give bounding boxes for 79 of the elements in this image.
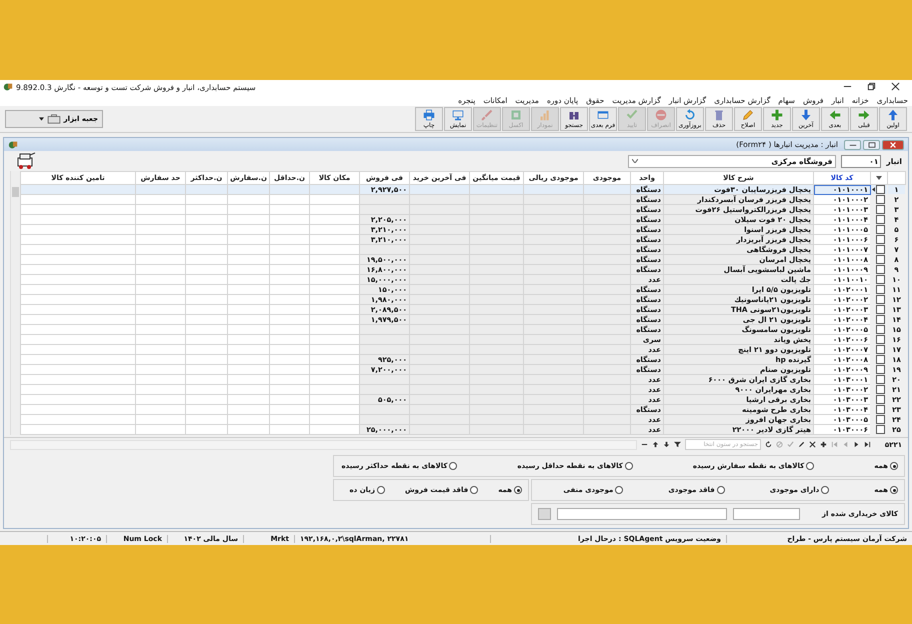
- row-checkbox[interactable]: [876, 375, 885, 384]
- window-icon: [597, 109, 609, 121]
- row-checkbox[interactable]: [876, 185, 885, 194]
- row-checkbox[interactable]: [876, 285, 885, 294]
- bar-chart-icon: [539, 109, 551, 121]
- checkmark-icon[interactable]: [786, 441, 794, 448]
- brush-icon: [481, 109, 493, 121]
- maximize-icon: [868, 142, 876, 148]
- row-checkbox[interactable]: [876, 355, 885, 364]
- radio-circle[interactable]: [716, 486, 725, 494]
- restore-icon: [866, 82, 876, 91]
- row-checkbox[interactable]: [876, 425, 885, 434]
- down-arrow-icon: [800, 109, 812, 121]
- minimize-icon: [848, 142, 856, 147]
- radio-circle[interactable]: [376, 486, 385, 494]
- row-checkbox[interactable]: [876, 245, 885, 254]
- radio-circle[interactable]: [806, 462, 814, 470]
- dropdown-arrow-icon[interactable]: [876, 176, 882, 180]
- cancel-icon: [655, 109, 667, 121]
- delete-icon[interactable]: [808, 441, 816, 448]
- row-checkbox[interactable]: [876, 215, 885, 224]
- vertical-scrollbar[interactable]: [10, 171, 20, 435]
- up-arrow-icon: [887, 109, 899, 121]
- edit-icon[interactable]: [798, 441, 805, 448]
- app-icon: [3, 82, 13, 92]
- row-checkbox[interactable]: [876, 325, 885, 334]
- row-checkbox[interactable]: [876, 395, 885, 404]
- row-checkbox[interactable]: [876, 365, 885, 374]
- row-checkbox[interactable]: [876, 255, 885, 264]
- row-checkbox[interactable]: [876, 195, 885, 204]
- row-checkbox[interactable]: [876, 235, 885, 244]
- spreadsheet-icon: [510, 109, 522, 121]
- radio-circle[interactable]: [514, 486, 522, 494]
- trash-icon: [713, 109, 725, 121]
- radio-circle[interactable]: [449, 462, 458, 470]
- monitor-icon: [452, 109, 464, 121]
- radio-circle[interactable]: [890, 462, 898, 470]
- radio-circle[interactable]: [821, 486, 830, 494]
- row-checkbox[interactable]: [876, 295, 885, 304]
- add-icon[interactable]: [820, 441, 827, 448]
- row-checkbox[interactable]: [876, 305, 885, 314]
- row-checkbox[interactable]: [876, 405, 885, 414]
- supplier-name-field[interactable]: [557, 508, 727, 520]
- row-checkbox[interactable]: [876, 225, 885, 234]
- last-record-icon[interactable]: [864, 441, 871, 448]
- radio-circle[interactable]: [890, 486, 898, 494]
- row-checkbox[interactable]: [876, 345, 885, 354]
- close-icon: [889, 140, 897, 148]
- row-checkbox[interactable]: [876, 335, 885, 344]
- minus-icon[interactable]: [640, 441, 648, 448]
- pencil-icon: [742, 109, 754, 121]
- radio-circle[interactable]: [624, 462, 633, 470]
- left-arrow-icon: [829, 109, 841, 121]
- printer-icon: [423, 109, 435, 121]
- toolbox-icon: [46, 114, 61, 124]
- row-checkbox[interactable]: [876, 205, 885, 214]
- row-checkbox[interactable]: [876, 275, 885, 284]
- plus-icon: [771, 109, 783, 121]
- restore-button[interactable]: [863, 140, 880, 150]
- row-checkbox[interactable]: [876, 315, 885, 324]
- row-checkbox[interactable]: [876, 265, 885, 274]
- refresh-icon: [684, 109, 696, 121]
- checkmark-icon: [626, 109, 638, 121]
- horizontal-scrollbar[interactable]: [10, 440, 637, 450]
- next-record-icon[interactable]: [852, 441, 860, 448]
- row-checkbox[interactable]: [876, 415, 885, 424]
- refresh-icon[interactable]: [764, 441, 772, 448]
- sort-up-icon[interactable]: [652, 441, 659, 448]
- filter-icon[interactable]: [674, 441, 681, 448]
- radio-circle[interactable]: [470, 486, 478, 494]
- right-arrow-icon: [858, 109, 870, 121]
- row-checkbox[interactable]: [876, 385, 885, 394]
- dropdown-arrow-icon: [38, 117, 44, 121]
- supplier-code-field[interactable]: [732, 508, 800, 520]
- close-icon: [890, 82, 900, 91]
- radio-circle[interactable]: [615, 486, 624, 494]
- app-icon: [8, 140, 18, 150]
- truck-icon: [16, 152, 36, 170]
- sort-down-icon[interactable]: [662, 441, 670, 448]
